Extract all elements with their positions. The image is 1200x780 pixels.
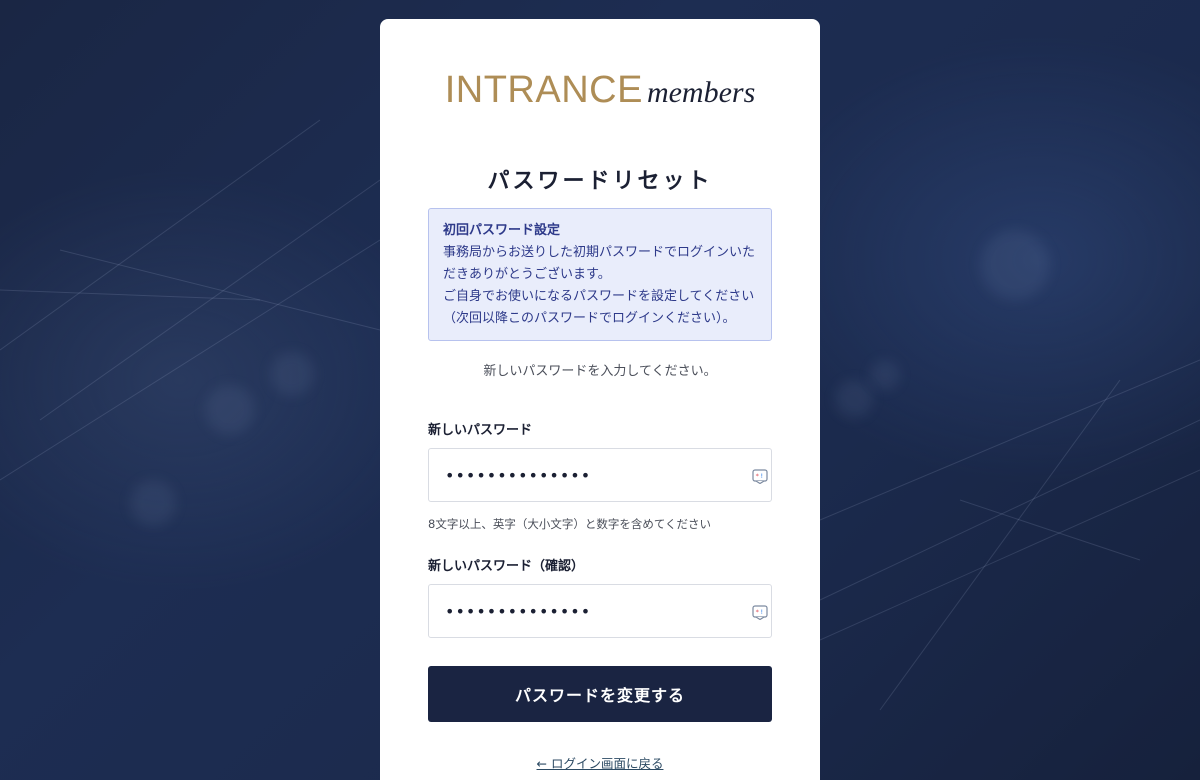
page-title: パスワードリセット [487,168,713,194]
confirm-password-field-wrapper: * ! [428,584,772,638]
notice-body: 事務局からお送りした初期パスワードでログインいただきありがとうございます。 ご自… [443,245,756,326]
new-password-input[interactable] [429,449,771,501]
confirm-password-input[interactable] [429,585,771,637]
background-bokeh [980,230,1050,300]
svg-text:!: ! [761,608,764,616]
brand-logo: INTRANCE members [428,71,772,111]
back-to-login-link[interactable]: ← ログイン画面に戻る [428,753,772,772]
logo-subtitle: members [646,76,756,109]
confirm-password-label: 新しいパスワード（確認） [428,559,585,574]
password-key-icon[interactable]: * ! [752,468,768,484]
svg-text:!: ! [761,472,764,480]
background-bokeh [835,380,873,418]
password-hint: 8文字以上、英字（大小文字）と数字を含めてください [428,517,711,531]
background-bokeh [130,480,176,526]
new-password-label: 新しいパスワード [428,423,533,438]
instruction-text: 新しいパスワードを入力してください。 [483,364,717,379]
password-key-icon[interactable]: * ! [752,604,768,620]
background-bokeh [205,385,255,435]
password-reset-card: INTRANCE members パスワードリセット 初回パスワード設定 事務局… [380,19,820,780]
logo-wordmark: INTRANCE [444,69,643,111]
change-password-button[interactable]: パスワードを変更する [428,666,772,722]
background-bokeh [270,352,314,396]
notice-box: 初回パスワード設定 事務局からお送りした初期パスワードでログインいただきありがと… [428,208,772,341]
background-bokeh [870,360,900,390]
notice-heading: 初回パスワード設定 [443,223,561,238]
new-password-field-wrapper: * ! [428,448,772,502]
